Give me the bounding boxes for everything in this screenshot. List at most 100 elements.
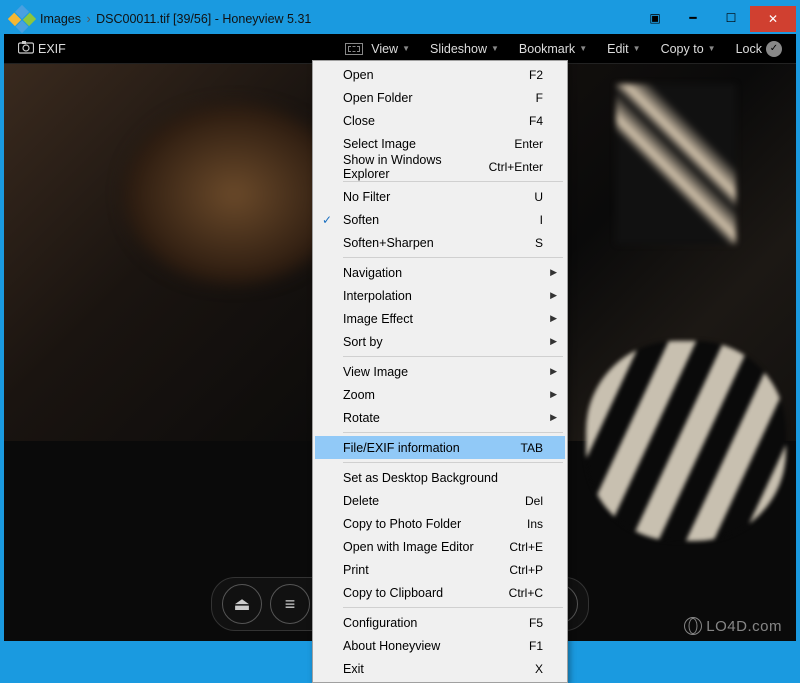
image-content: [616, 84, 736, 244]
menu-item-label: Open with Image Editor: [343, 540, 509, 554]
slideshow-label: Slideshow: [430, 42, 487, 56]
menu-item-shortcut: F1: [529, 639, 543, 653]
menu-item-label: File/EXIF information: [343, 441, 521, 455]
menu-item-shortcut: F2: [529, 68, 543, 82]
menu-item-label: Soften: [343, 213, 540, 227]
copyto-menu-button[interactable]: Copy to ▼: [651, 35, 726, 63]
menu-separator: [343, 181, 563, 182]
menu-item-open-with-image-editor[interactable]: Open with Image EditorCtrl+E: [315, 535, 565, 558]
menu-item-label: Set as Desktop Background: [343, 471, 543, 485]
eject-button[interactable]: ⏏: [222, 584, 262, 624]
close-button[interactable]: ✕: [750, 6, 796, 32]
menu-item-file-exif-information[interactable]: File/EXIF informationTAB: [315, 436, 565, 459]
menu-item-label: Print: [343, 563, 509, 577]
caret-down-icon: ▼: [491, 44, 499, 53]
menu-item-label: Navigation: [343, 266, 543, 280]
caret-down-icon: ▼: [708, 44, 716, 53]
image-content: [124, 104, 344, 284]
menu-item-shortcut: Ctrl+Enter: [489, 160, 543, 174]
breadcrumb-folder: Images: [40, 12, 81, 26]
menu-item-shortcut: Ctrl+P: [509, 563, 543, 577]
copyto-label: Copy to: [661, 42, 704, 56]
menu-item-view-image[interactable]: View Image▶: [315, 360, 565, 383]
maximize-button[interactable]: ☐: [712, 6, 750, 30]
caret-down-icon: ▼: [633, 44, 641, 53]
chevron-right-icon: ›: [86, 12, 90, 26]
menu-item-label: Open Folder: [343, 91, 536, 105]
menu-item-shortcut: Enter: [514, 137, 543, 151]
menu-item-about-honeyview[interactable]: About HoneyviewF1: [315, 634, 565, 657]
exif-label: EXIF: [38, 42, 66, 56]
watermark-text: LO4D.com: [706, 618, 782, 635]
chevron-right-icon: ▶: [550, 412, 557, 423]
slideshow-menu-button[interactable]: Slideshow ▼: [420, 35, 509, 63]
bookmark-menu-button[interactable]: Bookmark ▼: [509, 35, 597, 63]
menu-item-navigation[interactable]: Navigation ▶: [315, 261, 565, 284]
chevron-right-icon: ▶: [550, 389, 557, 400]
menu-item-label: View Image: [343, 365, 543, 379]
menu-item-no-filter[interactable]: No FilterU: [315, 185, 565, 208]
menu-item-configuration[interactable]: ConfigurationF5: [315, 611, 565, 634]
menu-item-shortcut: F4: [529, 114, 543, 128]
menu-item-print[interactable]: PrintCtrl+P: [315, 558, 565, 581]
chevron-right-icon: ▶: [550, 336, 557, 347]
lock-button[interactable]: Lock ✓: [726, 35, 792, 63]
menu-item-shortcut: Ctrl+E: [509, 540, 543, 554]
bookmark-label: Bookmark: [519, 42, 575, 56]
minimize-button[interactable]: ━: [674, 6, 712, 30]
menu-item-shortcut: X: [535, 662, 543, 676]
view-menu-button[interactable]: View ▼: [335, 35, 420, 63]
menu-item-label: No Filter: [343, 190, 534, 204]
globe-icon: [684, 617, 702, 635]
edit-label: Edit: [607, 42, 629, 56]
menu-item-shortcut: Ctrl+C: [509, 586, 543, 600]
menu-item-label: Open: [343, 68, 529, 82]
menu-separator: [343, 356, 563, 357]
menu-item-image-effect[interactable]: Image Effect▶: [315, 307, 565, 330]
chevron-right-icon: ▶: [550, 267, 557, 278]
menu-item-show-in-windows-explorer[interactable]: Show in Windows ExplorerCtrl+Enter: [315, 155, 565, 178]
app-logo-icon: [10, 7, 34, 31]
menu-item-copy-to-photo-folder[interactable]: Copy to Photo FolderIns: [315, 512, 565, 535]
menu-item-label: Configuration: [343, 616, 529, 630]
chevron-right-icon: ▶: [550, 313, 557, 324]
menu-separator: [343, 607, 563, 608]
caret-down-icon: ▼: [402, 44, 410, 53]
menu-item-shortcut: F: [536, 91, 543, 105]
view-context-menu: OpenF2Open FolderFCloseF4Select ImageEnt…: [312, 60, 568, 683]
menu-item-shortcut: TAB: [521, 441, 543, 455]
menu-item-label: Copy to Photo Folder: [343, 517, 527, 531]
menu-item-shortcut: Del: [525, 494, 543, 508]
watermark: LO4D.com: [684, 617, 782, 635]
check-icon: ✓: [322, 213, 332, 227]
menu-separator: [343, 432, 563, 433]
menu-item-open-folder[interactable]: Open FolderF: [315, 86, 565, 109]
camera-icon: [18, 40, 34, 57]
exif-button[interactable]: EXIF: [8, 35, 76, 63]
menu-item-delete[interactable]: DeleteDel: [315, 489, 565, 512]
menu-item-label: Zoom: [343, 388, 543, 402]
menu-item-close[interactable]: CloseF4: [315, 109, 565, 132]
menu-item-label: About Honeyview: [343, 639, 529, 653]
menu-item-label: Show in Windows Explorer: [343, 153, 489, 181]
edit-menu-button[interactable]: Edit ▼: [597, 35, 650, 63]
window-title: Images › DSC00011.tif [39/56] - Honeyvie…: [40, 12, 636, 26]
menu-item-copy-to-clipboard[interactable]: Copy to ClipboardCtrl+C: [315, 581, 565, 604]
menu-item-label: Copy to Clipboard: [343, 586, 509, 600]
menu-item-shortcut: I: [540, 213, 543, 227]
menu-item-open[interactable]: OpenF2: [315, 63, 565, 86]
menu-item-set-as-desktop-background[interactable]: Set as Desktop Background: [315, 466, 565, 489]
fullscreen-button[interactable]: ▣: [636, 6, 674, 30]
menu-button[interactable]: ≡: [270, 584, 310, 624]
menu-item-zoom[interactable]: Zoom ▶: [315, 383, 565, 406]
menu-item-rotate[interactable]: Rotate▶: [315, 406, 565, 429]
menu-item-soften-sharpen[interactable]: Soften+SharpenS: [315, 231, 565, 254]
menu-item-sort-by[interactable]: Sort by▶: [315, 330, 565, 353]
app-name: Honeyview 5.31: [222, 12, 311, 26]
menu-item-shortcut: U: [534, 190, 543, 204]
menu-item-exit[interactable]: ExitX: [315, 657, 565, 680]
view-label: View: [371, 42, 398, 56]
menu-item-interpolation[interactable]: Interpolation▶: [315, 284, 565, 307]
menu-item-soften[interactable]: ✓ SoftenI: [315, 208, 565, 231]
menu-item-label: Exit: [343, 662, 535, 676]
